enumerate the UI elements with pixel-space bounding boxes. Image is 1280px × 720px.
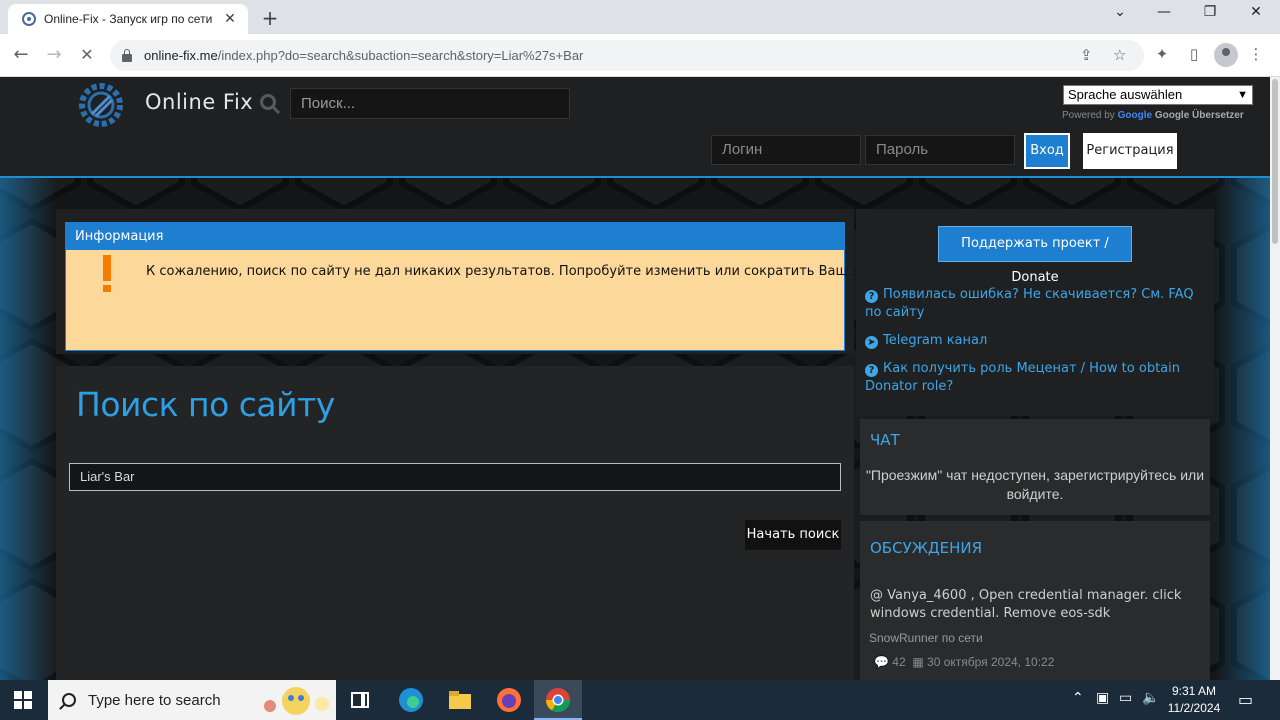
search-highlight-icon bbox=[264, 687, 329, 715]
chrome-taskbar-active[interactable] bbox=[534, 680, 582, 720]
tab-close-icon[interactable]: ✕ bbox=[222, 11, 238, 27]
tray-app-icon[interactable]: ▣ bbox=[1096, 690, 1109, 706]
discussion-meta: 💬 42 ▦ 30 октября 2024, 10:22 bbox=[874, 655, 1054, 669]
browser-menu-icon[interactable]: ⋮ bbox=[1246, 45, 1266, 65]
firefox-icon[interactable] bbox=[495, 686, 523, 714]
chrome-icon bbox=[546, 688, 570, 713]
info-heading: Информация bbox=[66, 223, 844, 250]
task-view-icon[interactable] bbox=[346, 686, 374, 714]
chat-panel: ЧАТ "Проезжим" чат недоступен, зарегистр… bbox=[860, 419, 1210, 515]
question-circle-icon: ? bbox=[865, 290, 878, 303]
minimize-window-icon[interactable]: — bbox=[1152, 4, 1176, 20]
info-message: К сожалению, поиск по сайту не дал никак… bbox=[146, 264, 903, 279]
share-icon[interactable]: ⇪ bbox=[1080, 46, 1093, 64]
browser-tab[interactable]: Online-Fix - Запуск игр по сети ✕ bbox=[8, 4, 248, 34]
site-brand[interactable]: Online Fix bbox=[145, 90, 253, 114]
language-select[interactable]: Sprache auswählen ▼ bbox=[1063, 85, 1253, 105]
comment-bubble-icon: 💬 bbox=[874, 655, 889, 669]
faq-link[interactable]: ? Появилась ошибка? Не скачивается? См. F… bbox=[865, 286, 1195, 322]
network-icon[interactable]: ▭ bbox=[1119, 690, 1132, 706]
discussions-title: ОБСУЖДЕНИЯ bbox=[870, 539, 982, 557]
site-search-input[interactable]: Поиск... bbox=[290, 88, 570, 119]
page-title: Поиск по сайту bbox=[76, 385, 335, 424]
sidebar: Поддержать проект / Donate ? Появилась ош… bbox=[856, 209, 1214, 680]
notifications-icon[interactable]: ▭ bbox=[1238, 690, 1253, 709]
login-field[interactable]: Логин bbox=[711, 135, 861, 165]
site-favicon-icon bbox=[22, 12, 36, 26]
chevron-down-icon: ▼ bbox=[1237, 89, 1248, 101]
telegram-icon: ➤ bbox=[865, 336, 878, 349]
register-button[interactable]: Регистрация bbox=[1083, 133, 1177, 169]
clock-date: 11/2/2024 bbox=[1167, 701, 1221, 715]
side-panel-icon[interactable]: ▯ bbox=[1184, 45, 1204, 65]
file-explorer-icon[interactable] bbox=[446, 686, 474, 714]
donate-button[interactable]: Поддержать проект / Donate bbox=[938, 226, 1132, 285]
info-message-box: Информация К сожалению, поиск по сайту н… bbox=[65, 222, 902, 351]
forward-arrow-icon[interactable]: → bbox=[43, 44, 65, 66]
lock-icon bbox=[122, 48, 132, 62]
back-arrow-icon[interactable]: ← bbox=[10, 44, 32, 66]
info-panel: Информация К сожалению, поиск по сайту н… bbox=[56, 209, 902, 354]
taskbar-search-text: Type here to search bbox=[88, 691, 221, 709]
chat-title: ЧАТ bbox=[870, 431, 900, 449]
calendar-icon: ▦ bbox=[912, 655, 924, 669]
browser-tabstrip: Online-Fix - Запуск игр по сети ✕ + ⌄ — … bbox=[0, 0, 1280, 34]
discussions-panel: ОБСУЖДЕНИЯ @ Vanya_4600 , Open credentia… bbox=[860, 521, 1210, 680]
search-panel: Поиск по сайту Liar's Bar Начать поиск bbox=[56, 366, 854, 680]
discussion-comment[interactable]: @ Vanya_4600 , Open credential manager. … bbox=[870, 587, 1200, 623]
windows-taskbar: Type here to search ⌃ ▣ ▭ 🔈 9:31 AM 11/2… bbox=[0, 680, 1280, 720]
chat-unavailable-text: "Проезжим" чат недоступен, зарегистрируй… bbox=[865, 467, 1205, 502]
address-bar[interactable]: online-fix.me/index.php?do=search&subact… bbox=[110, 40, 1144, 71]
tab-search-chevron-icon[interactable]: ⌄ bbox=[1108, 4, 1132, 20]
taskbar-clock[interactable]: 9:31 AM 11/2/2024 bbox=[1164, 683, 1224, 717]
telegram-link[interactable]: ➤ Telegram канал bbox=[865, 332, 1195, 350]
tray-chevron-up-icon[interactable]: ⌃ bbox=[1072, 690, 1084, 706]
browser-toolbar: ← → ✕ online-fix.me/index.php?do=search&… bbox=[0, 34, 1280, 77]
password-field[interactable]: Пароль bbox=[865, 135, 1015, 165]
extensions-puzzle-icon[interactable]: ✦ bbox=[1152, 45, 1172, 65]
profile-avatar-icon[interactable] bbox=[1214, 43, 1238, 67]
edge-browser-icon[interactable] bbox=[397, 686, 425, 714]
windows-start-icon[interactable] bbox=[14, 691, 32, 709]
bookmark-star-icon[interactable]: ☆ bbox=[1113, 46, 1126, 64]
volume-icon[interactable]: 🔈 bbox=[1142, 690, 1159, 706]
new-tab-button[interactable]: + bbox=[258, 6, 282, 30]
clock-time: 9:31 AM bbox=[1171, 684, 1217, 698]
main-content: Информация К сожалению, поиск по сайту н… bbox=[56, 209, 902, 680]
google-translate-credit: Powered by Google Google Übersetzer bbox=[1062, 110, 1244, 121]
question-circle-icon: ? bbox=[865, 364, 878, 377]
magnifier-icon bbox=[62, 693, 76, 707]
url-text: online-fix.me/index.php?do=search&subact… bbox=[144, 48, 584, 63]
close-window-icon[interactable]: ✕ bbox=[1244, 4, 1268, 20]
comment-count: 42 bbox=[892, 655, 906, 669]
exclamation-icon bbox=[103, 255, 111, 292]
scrollbar-thumb[interactable] bbox=[1272, 79, 1278, 244]
online-fix-logo-icon[interactable] bbox=[78, 82, 124, 128]
search-query-input[interactable]: Liar's Bar bbox=[69, 463, 841, 491]
tab-title: Online-Fix - Запуск игр по сети bbox=[44, 12, 213, 26]
sidebar-links-panel: Поддержать проект / Donate ? Появилась ош… bbox=[856, 209, 1214, 416]
login-button[interactable]: Вход bbox=[1024, 133, 1070, 169]
search-icon[interactable] bbox=[259, 93, 281, 115]
taskbar-search-box[interactable]: Type here to search bbox=[48, 680, 336, 720]
page-scrollbar[interactable] bbox=[1270, 77, 1280, 680]
site-header: Online Fix Поиск... Sprache auswählen ▼ P… bbox=[0, 77, 1270, 178]
start-search-button[interactable]: Начать поиск bbox=[745, 520, 841, 550]
discussion-topic-link[interactable]: SnowRunner по сети bbox=[869, 631, 983, 645]
stop-loading-icon[interactable]: ✕ bbox=[76, 44, 98, 66]
web-page: Online Fix Поиск... Sprache auswählen ▼ P… bbox=[0, 77, 1270, 680]
donator-role-link[interactable]: ? Как получить роль Меценат / How to obta… bbox=[865, 360, 1195, 396]
restore-window-icon[interactable]: ❐ bbox=[1198, 4, 1222, 20]
discussion-date: 30 октября 2024, 10:22 bbox=[927, 655, 1055, 669]
